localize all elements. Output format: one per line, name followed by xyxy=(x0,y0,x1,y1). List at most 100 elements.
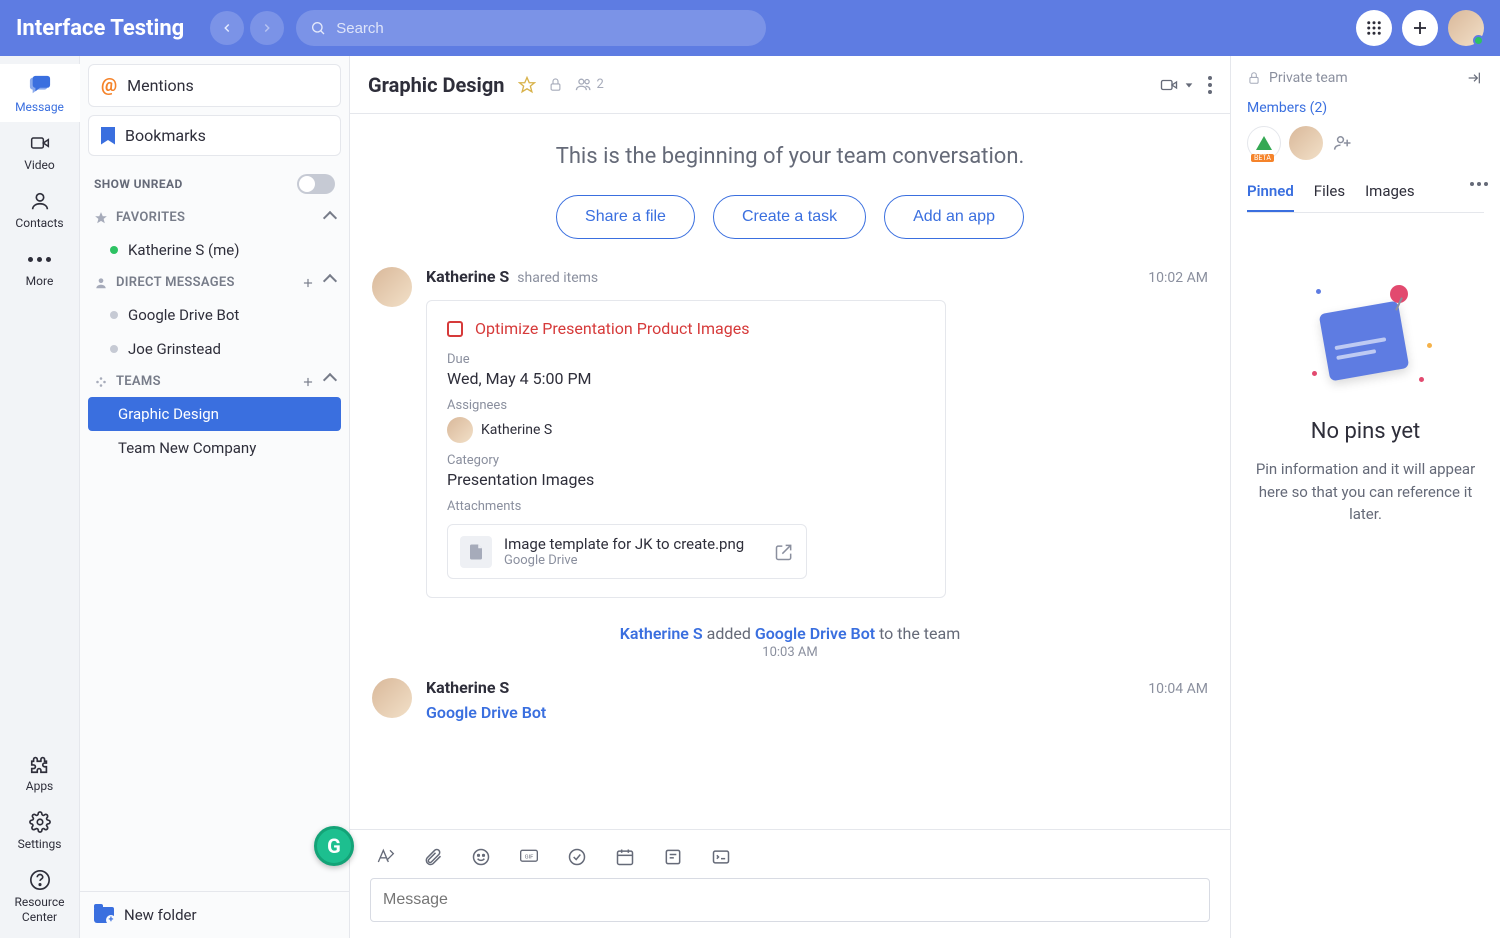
task-card[interactable]: Optimize Presentation Product Images Due… xyxy=(426,300,946,598)
post-subtext: shared items xyxy=(517,270,598,286)
teams-header[interactable]: TEAMS xyxy=(88,366,341,397)
attachment-card[interactable]: Image template for JK to create.png Goog… xyxy=(447,524,807,579)
presence-dot xyxy=(110,246,118,254)
dialpad-button[interactable] xyxy=(1356,10,1392,46)
lock-icon xyxy=(1247,71,1261,85)
empty-illustration xyxy=(1306,283,1426,393)
nav-rail: Message Video Contacts More xyxy=(0,56,80,938)
avatar[interactable] xyxy=(372,678,412,718)
post-author[interactable]: Katherine S xyxy=(426,267,509,286)
post-link[interactable]: Google Drive Bot xyxy=(426,703,1208,722)
collapse-panel-icon[interactable] xyxy=(1464,70,1484,86)
privacy-label: Private team xyxy=(1269,70,1348,86)
add-app-button[interactable]: Add an app xyxy=(884,195,1024,239)
member-avatar-bot[interactable]: BETA xyxy=(1247,126,1281,160)
new-folder-button[interactable]: New folder xyxy=(80,891,349,938)
dialpad-icon xyxy=(1365,19,1383,37)
mentions-pill[interactable]: @ Mentions xyxy=(88,64,341,107)
snippet-icon[interactable] xyxy=(710,846,732,868)
star-outline-icon[interactable] xyxy=(518,76,536,94)
contacts-icon xyxy=(27,190,53,212)
avatar[interactable] xyxy=(372,267,412,307)
format-icon[interactable] xyxy=(374,846,396,868)
team-item-active[interactable]: Graphic Design xyxy=(88,397,341,431)
star-icon xyxy=(94,211,108,225)
message-input[interactable] xyxy=(370,878,1210,922)
add-team-icon[interactable] xyxy=(301,375,315,389)
team-item[interactable]: Team New Company xyxy=(88,431,341,465)
file-icon xyxy=(460,536,492,568)
empty-title: No pins yet xyxy=(1311,419,1421,444)
tabs-more-button[interactable] xyxy=(1470,182,1488,186)
favorites-header[interactable]: FAVORITES xyxy=(88,202,341,233)
add-member-button[interactable] xyxy=(1331,131,1355,155)
rail-message[interactable]: Message xyxy=(0,64,80,122)
tab-files[interactable]: Files xyxy=(1314,182,1345,212)
create-task-button[interactable]: Create a task xyxy=(713,195,866,239)
lock-icon[interactable] xyxy=(548,77,563,92)
attachment-name: Image template for JK to create.png xyxy=(504,535,762,553)
rail-apps[interactable]: Apps xyxy=(0,743,80,801)
task-checkbox[interactable] xyxy=(447,321,463,337)
search-icon xyxy=(310,20,326,36)
member-avatar[interactable] xyxy=(1289,126,1323,160)
sys-actor[interactable]: Katherine S xyxy=(620,624,703,643)
search-field[interactable] xyxy=(296,10,766,46)
bookmark-icon xyxy=(101,127,115,145)
rail-more[interactable]: More xyxy=(0,238,80,296)
post-time: 10:04 AM xyxy=(1148,681,1208,697)
bookmarks-pill[interactable]: Bookmarks xyxy=(88,115,341,156)
settings-icon xyxy=(27,811,53,833)
new-button[interactable] xyxy=(1402,10,1438,46)
dm-item[interactable]: Joe Grinstead xyxy=(88,332,341,366)
emoji-icon[interactable] xyxy=(470,846,492,868)
add-dm-icon[interactable] xyxy=(301,276,315,290)
task-due: Wed, May 4 5:00 PM xyxy=(447,369,925,388)
post: Katherine S 10:04 AM Google Drive Bot xyxy=(350,660,1230,722)
assignee-avatar[interactable] xyxy=(447,417,473,443)
sys-target[interactable]: Google Drive Bot xyxy=(755,624,875,643)
person-icon xyxy=(94,276,108,290)
task-icon[interactable] xyxy=(566,846,588,868)
conversation-menu-button[interactable] xyxy=(1208,76,1212,94)
dms-header[interactable]: DIRECT MESSAGES xyxy=(88,267,341,298)
members-link[interactable]: Members (2) xyxy=(1247,100,1484,116)
share-file-button[interactable]: Share a file xyxy=(556,195,695,239)
attach-icon[interactable] xyxy=(422,846,444,868)
rail-video[interactable]: Video xyxy=(0,122,80,180)
search-input[interactable] xyxy=(336,20,752,37)
video-call-button[interactable] xyxy=(1158,76,1194,94)
members-icon[interactable] xyxy=(575,76,592,93)
conversation-title: Graphic Design xyxy=(368,73,504,97)
workspace-name[interactable]: Interface Testing xyxy=(16,16,184,41)
grammarly-badge[interactable]: G xyxy=(314,826,354,866)
post-author[interactable]: Katherine S xyxy=(426,678,509,697)
dm-item[interactable]: Google Drive Bot xyxy=(88,298,341,332)
rail-contacts[interactable]: Contacts xyxy=(0,180,80,238)
video-icon xyxy=(27,132,53,154)
chevron-up-icon[interactable] xyxy=(323,273,337,287)
chevron-up-icon[interactable] xyxy=(323,210,337,224)
user-avatar[interactable] xyxy=(1448,10,1484,46)
rail-settings[interactable]: Settings xyxy=(0,801,80,859)
chevron-up-icon[interactable] xyxy=(323,372,337,386)
svg-text:GIF: GIF xyxy=(525,855,535,861)
teams-icon xyxy=(94,375,108,389)
message-icon xyxy=(27,74,53,96)
calendar-icon[interactable] xyxy=(614,846,636,868)
tab-pinned[interactable]: Pinned xyxy=(1247,182,1294,212)
right-panel: Private team Members (2) BETA Pinned Fil… xyxy=(1230,56,1500,938)
nav-forward-button[interactable] xyxy=(250,11,284,45)
tab-images[interactable]: Images xyxy=(1365,182,1415,212)
open-external-icon[interactable] xyxy=(774,542,794,562)
nav-back-button[interactable] xyxy=(210,11,244,45)
task-title: Optimize Presentation Product Images xyxy=(475,319,749,338)
show-unread-toggle[interactable] xyxy=(297,174,335,194)
composer: GIF xyxy=(350,829,1230,938)
favorite-item[interactable]: Katherine S (me) xyxy=(88,233,341,267)
plus-icon xyxy=(1411,19,1429,37)
rail-resource-center[interactable]: Resource Center xyxy=(0,859,80,938)
gif-icon[interactable]: GIF xyxy=(518,846,540,868)
presence-indicator xyxy=(1473,35,1484,46)
note-icon[interactable] xyxy=(662,846,684,868)
